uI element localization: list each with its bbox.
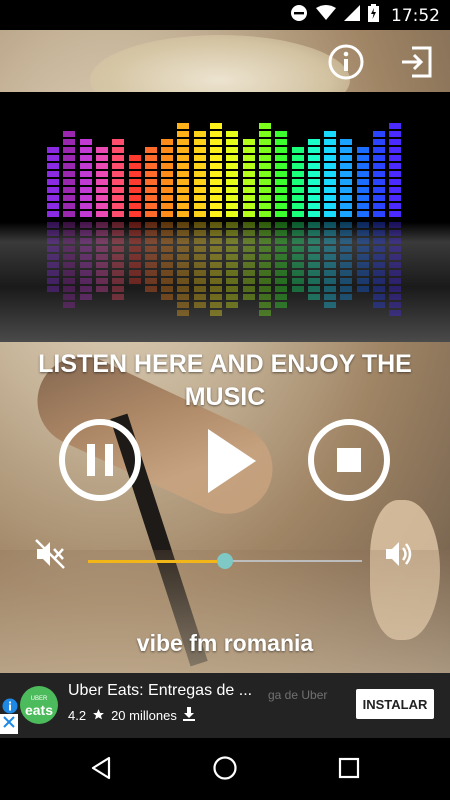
equalizer-bar-reflection bbox=[340, 220, 353, 300]
equalizer-bar-reflection bbox=[389, 220, 402, 316]
home-icon bbox=[212, 755, 238, 786]
volume-control bbox=[0, 535, 450, 575]
equalizer-bar bbox=[177, 123, 190, 219]
equalizer-bar-reflection bbox=[63, 220, 76, 308]
equalizer-bar bbox=[210, 123, 222, 219]
equalizer-bar-reflection bbox=[144, 220, 157, 292]
equalizer-bar-reflection bbox=[177, 220, 190, 316]
equalizer-bar bbox=[79, 139, 92, 219]
equalizer-bar bbox=[324, 131, 337, 219]
equalizer-bar bbox=[47, 147, 59, 219]
signal-icon bbox=[344, 5, 360, 26]
equalizer-bar-reflection bbox=[112, 220, 125, 300]
back-icon bbox=[89, 756, 113, 785]
headline: LISTEN HERE AND ENJOY THE MUSIC bbox=[38, 350, 412, 411]
exit-icon[interactable] bbox=[396, 42, 436, 82]
ad-close-button[interactable] bbox=[0, 714, 18, 734]
playback-controls bbox=[0, 415, 450, 505]
status-bar: 17:52 bbox=[0, 0, 450, 30]
equalizer-bar bbox=[144, 147, 157, 219]
navigation-bar bbox=[0, 740, 450, 800]
equalizer-bar bbox=[226, 131, 239, 219]
volume-slider-thumb[interactable] bbox=[217, 553, 233, 569]
equalizer-bar bbox=[95, 147, 108, 219]
equalizer-bar-reflection bbox=[324, 220, 337, 308]
station-name: vibe fm romania bbox=[136, 630, 314, 656]
equalizer-bar-reflection bbox=[193, 220, 206, 308]
volume-mute-icon[interactable] bbox=[34, 538, 66, 575]
equalizer-bar bbox=[307, 139, 320, 219]
equalizer-bar-reflection bbox=[258, 220, 271, 316]
equalizer-bar bbox=[340, 139, 353, 219]
equalizer-bar-reflection bbox=[128, 220, 141, 284]
equalizer-bar bbox=[112, 139, 125, 219]
equalizer-graphic bbox=[0, 92, 450, 342]
equalizer-bar bbox=[161, 139, 174, 219]
equalizer-bar-reflection bbox=[47, 220, 59, 292]
equalizer-bar-reflection bbox=[275, 220, 288, 308]
volume-slider-filled[interactable] bbox=[88, 560, 225, 563]
play-button[interactable] bbox=[202, 425, 262, 502]
equalizer-bar bbox=[193, 131, 206, 219]
ad-ghost-text: ga de Uber bbox=[268, 688, 328, 702]
equalizer-reflection bbox=[47, 220, 405, 316]
equalizer-bar-reflection bbox=[356, 220, 369, 292]
volume-up-icon[interactable] bbox=[383, 538, 415, 575]
pause-icon bbox=[58, 419, 142, 506]
equalizer-bar-reflection bbox=[95, 220, 108, 292]
info-icon[interactable] bbox=[326, 42, 366, 82]
equalizer-bar-reflection bbox=[226, 220, 239, 308]
equalizer-bar bbox=[128, 155, 141, 219]
equalizer-bar bbox=[389, 123, 402, 219]
equalizer-bar bbox=[356, 147, 369, 219]
status-time: 17:52 bbox=[391, 5, 440, 26]
equalizer-bar bbox=[258, 123, 271, 219]
stop-icon bbox=[307, 419, 391, 506]
equalizer-bar bbox=[373, 131, 385, 219]
equalizer-bar bbox=[242, 139, 255, 219]
equalizer-bar-reflection bbox=[242, 220, 255, 300]
pause-button[interactable] bbox=[58, 418, 142, 507]
equalizer-bar bbox=[291, 147, 304, 219]
close-icon bbox=[3, 715, 15, 733]
star-icon bbox=[92, 708, 105, 724]
top-actions bbox=[326, 42, 436, 82]
equalizer-bar bbox=[275, 131, 288, 219]
equalizer-bar-reflection bbox=[291, 220, 304, 292]
download-icon bbox=[182, 707, 195, 724]
equalizer-bars bbox=[47, 123, 405, 219]
recents-button[interactable] bbox=[334, 755, 364, 785]
do-not-disturb-icon bbox=[290, 4, 308, 27]
stop-button[interactable] bbox=[307, 418, 391, 507]
home-button[interactable] bbox=[210, 755, 240, 785]
install-button[interactable]: INSTALAR bbox=[356, 689, 434, 719]
wifi-icon bbox=[316, 5, 336, 26]
ad-meta: 4.2 20 millones bbox=[68, 707, 195, 724]
equalizer-bar-reflection bbox=[373, 220, 385, 308]
ad-rating: 4.2 bbox=[68, 708, 87, 723]
ad-logo-text: eats bbox=[24, 702, 54, 718]
play-icon bbox=[202, 429, 262, 501]
equalizer-bar-reflection bbox=[161, 220, 174, 300]
ad-installs: 20 millones bbox=[111, 708, 177, 723]
equalizer-bar bbox=[63, 131, 76, 219]
ad-title[interactable]: Uber Eats: Entregas de ... bbox=[68, 682, 252, 700]
battery-charging-icon bbox=[368, 4, 379, 27]
recents-icon bbox=[338, 757, 360, 784]
equalizer-bar-reflection bbox=[79, 220, 92, 300]
volume-slider-track[interactable] bbox=[225, 560, 362, 562]
back-button[interactable] bbox=[86, 755, 116, 785]
equalizer-bar-reflection bbox=[307, 220, 320, 300]
ad-app-logo[interactable]: UBER eats bbox=[20, 686, 58, 724]
equalizer-bar-reflection bbox=[210, 220, 222, 316]
